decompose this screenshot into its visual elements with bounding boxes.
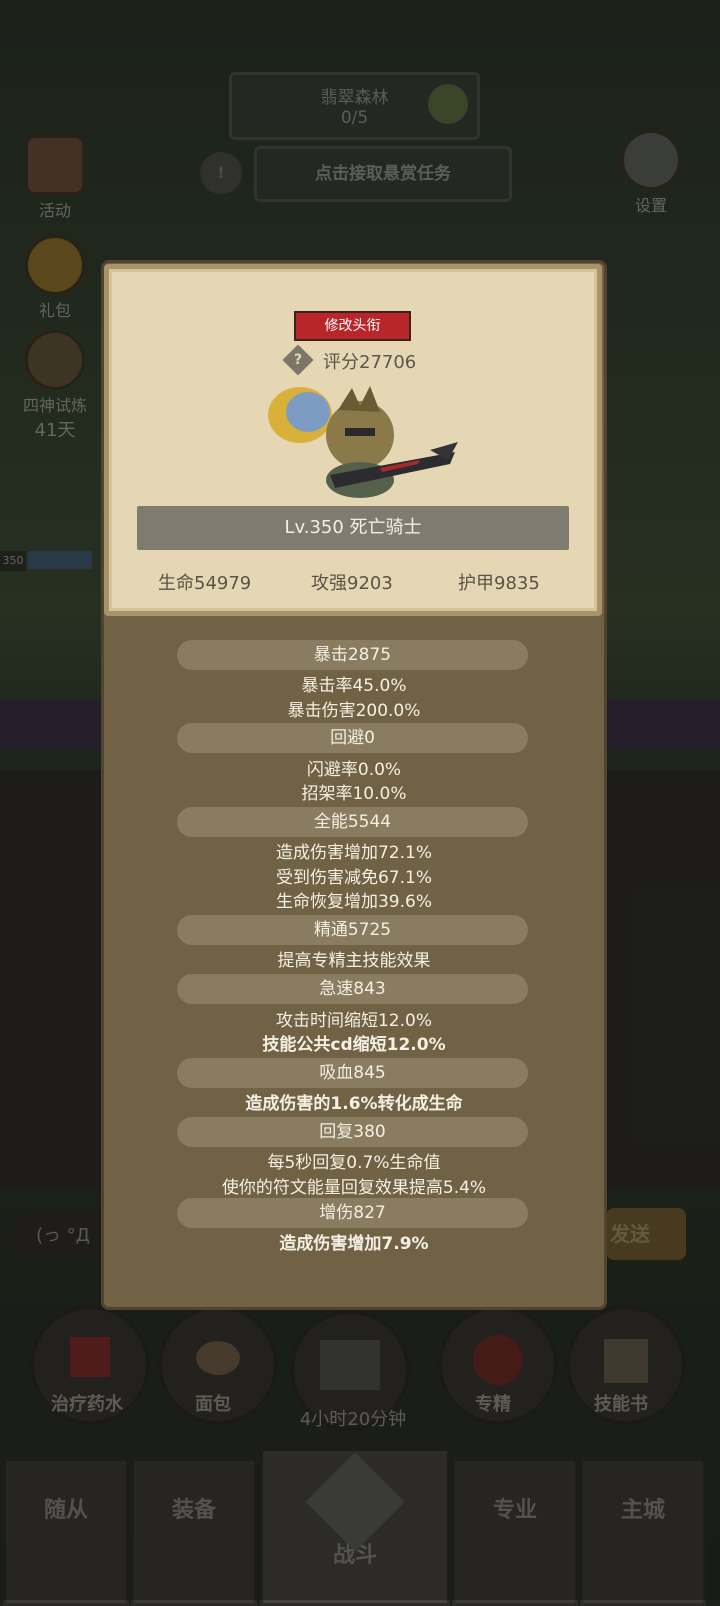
edit-title-button[interactable]: 修改头衔 [294,311,411,341]
stat-line: 暴击率45.0% [301,676,407,696]
stat-line: 攻击时间缩短12.0% [275,1011,432,1031]
stat-line: 造成伤害增加72.1% [275,843,432,863]
stat-header-regen: 回复380 [177,1117,528,1147]
stat-line: 暴击伤害200.0% [287,701,421,721]
stat-line: 使你的符文能量回复效果提高5.4% [221,1178,487,1198]
stat-line: 生命恢复增加39.6% [275,892,432,912]
stat-header-leech: 吸血845 [177,1058,528,1088]
stat-line: 造成伤害增加7.9% [279,1234,429,1254]
stat-line: 造成伤害的1.6%转化成生命 [245,1094,463,1114]
stat-header-versatility: 全能5544 [177,807,528,837]
stat-line: 闪避率0.0% [306,760,402,780]
stat-line: 招架率10.0% [301,784,407,804]
stat-health: 生命54979 [158,573,252,594]
stat-line: 每5秒回复0.7%生命值 [267,1153,441,1173]
stat-header-crit: 暴击2875 [177,640,528,670]
stat-header-damage-increase: 增伤827 [177,1198,528,1228]
stat-line: 提高专精主技能效果 [277,951,431,971]
help-icon[interactable]: ? [282,344,314,376]
death-knight-avatar [268,386,458,498]
score-text: 评分27706 [323,352,417,373]
stat-line: 技能公共cd缩短12.0% [262,1035,446,1055]
stat-header-avoidance: 回避0 [177,723,528,753]
stat-header-haste: 急速843 [177,974,528,1004]
stat-header-mastery: 精通5725 [177,915,528,945]
stat-attack-power: 攻强9203 [311,573,393,594]
help-icon-glyph: ? [293,352,303,368]
character-name-bar: Lv.350 死亡骑士 [137,506,569,550]
edit-title-label: 修改头衔 [324,318,381,334]
character-name: Lv.350 死亡骑士 [284,517,422,538]
stat-armor: 护甲9835 [458,573,540,594]
stat-line: 受到伤害减免67.1% [275,868,432,888]
